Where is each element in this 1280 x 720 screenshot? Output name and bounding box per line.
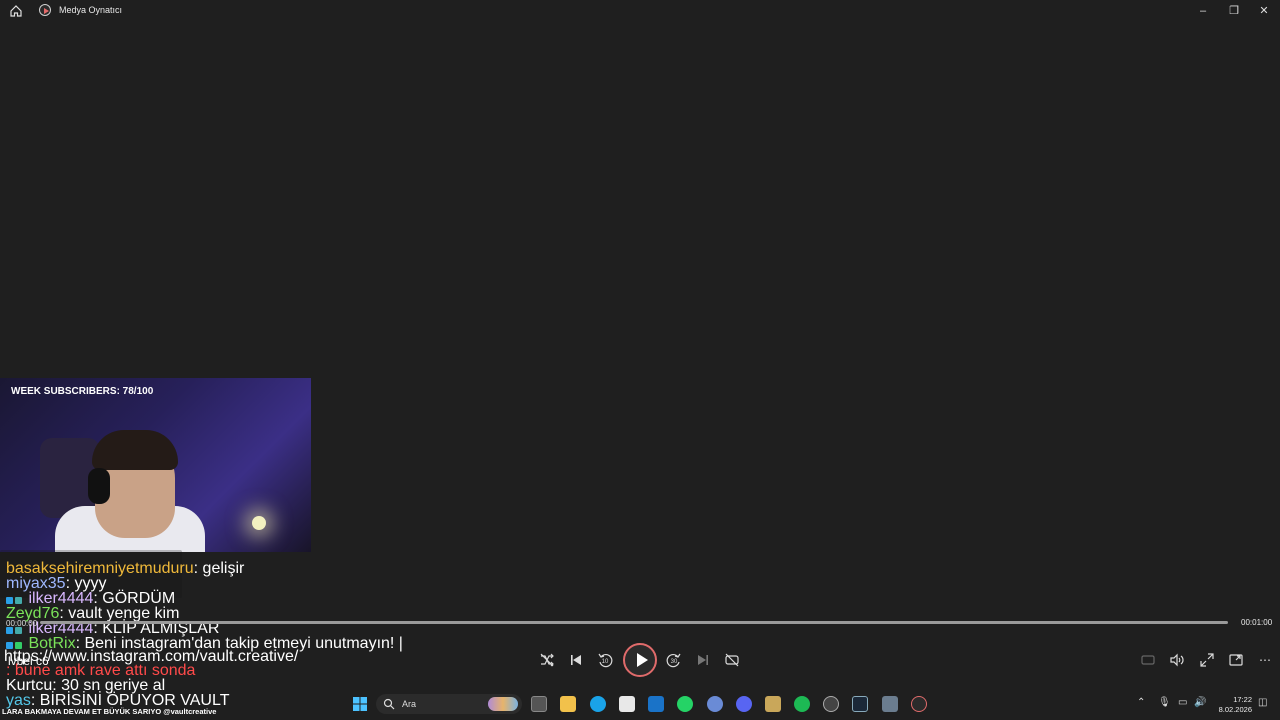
media-player-taskbar-icon[interactable]: [911, 696, 927, 712]
search-highlight-art: [488, 697, 518, 711]
microsoft-store-icon[interactable]: [619, 696, 635, 712]
close-button[interactable]: ✕: [1256, 3, 1272, 19]
notifications-icon[interactable]: ◫: [1258, 697, 1267, 708]
media-player-app-icon: [39, 4, 51, 16]
network-icon[interactable]: ▭: [1178, 697, 1187, 708]
title-bar: Medya Oynatıcı – ❐ ✕: [0, 0, 1280, 22]
repeat-off-icon[interactable]: [723, 651, 741, 669]
discord-icon[interactable]: [736, 696, 752, 712]
taskbar: [0, 688, 1280, 720]
window-title: Medya Oynatıcı: [59, 5, 123, 15]
minimize-button[interactable]: –: [1195, 3, 1211, 19]
search-placeholder: Ara: [402, 699, 417, 709]
subscriber-goal: WEEK SUBSCRIBERS: 78/100: [11, 386, 154, 397]
clock-time: 17:22: [1233, 695, 1252, 704]
steam-icon[interactable]: [852, 696, 868, 712]
file-explorer-icon[interactable]: [560, 696, 576, 712]
seek-bar[interactable]: [0, 618, 1280, 628]
streamer-hair: [92, 430, 178, 470]
edge-browser-icon[interactable]: [590, 696, 606, 712]
whatsapp-icon[interactable]: [677, 696, 693, 712]
search-icon: [383, 698, 395, 710]
maximize-button[interactable]: ❐: [1226, 3, 1242, 19]
rewind-10-icon[interactable]: 10: [596, 651, 614, 669]
more-options-icon[interactable]: ⋯: [1256, 651, 1274, 669]
subtitles-icon[interactable]: [1139, 651, 1157, 669]
overlay-caption: lvbel c6: [8, 654, 49, 668]
show-hidden-icons-icon[interactable]: ⌃: [1137, 697, 1145, 708]
forward-30-icon[interactable]: 30: [665, 651, 683, 669]
mini-player-icon[interactable]: [1227, 651, 1245, 669]
home-icon[interactable]: [8, 3, 24, 19]
calculator-icon[interactable]: [882, 696, 898, 712]
badge-icon: [6, 597, 13, 604]
vpn-app-icon[interactable]: [823, 696, 839, 712]
next-icon[interactable]: [694, 651, 712, 669]
play-button[interactable]: [623, 643, 657, 677]
clock-date: 8.02.2026: [1218, 705, 1252, 714]
headphones: [88, 468, 110, 504]
spotify-icon[interactable]: [794, 696, 810, 712]
task-view-icon[interactable]: [531, 696, 547, 712]
stream-webcam: WEEK SUBSCRIBERS: 78/100: [0, 378, 311, 552]
windows-start-icon[interactable]: [352, 696, 368, 712]
seek-track[interactable]: [40, 621, 1228, 624]
microphone-icon[interactable]: 🎙: [1158, 697, 1171, 708]
clock[interactable]: 17:22 8.02.2026: [1214, 695, 1252, 715]
svg-text:30: 30: [671, 659, 678, 665]
volume-icon[interactable]: [1168, 651, 1186, 669]
fullscreen-icon[interactable]: [1198, 651, 1216, 669]
badge-icon: [15, 597, 22, 604]
total-time: 00:01:00: [1241, 618, 1273, 627]
desk-lamp: [252, 516, 266, 530]
svg-text:10: 10: [602, 659, 609, 665]
speaker-icon[interactable]: 🔊: [1194, 697, 1206, 708]
previous-icon[interactable]: [567, 651, 585, 669]
shuffle-off-icon[interactable]: [538, 651, 556, 669]
badge-icon: [15, 627, 22, 634]
badge-icon: [6, 627, 13, 634]
game-launcher-icon[interactable]: [765, 696, 781, 712]
settings-app-icon[interactable]: [707, 696, 723, 712]
outlook-icon[interactable]: [648, 696, 664, 712]
